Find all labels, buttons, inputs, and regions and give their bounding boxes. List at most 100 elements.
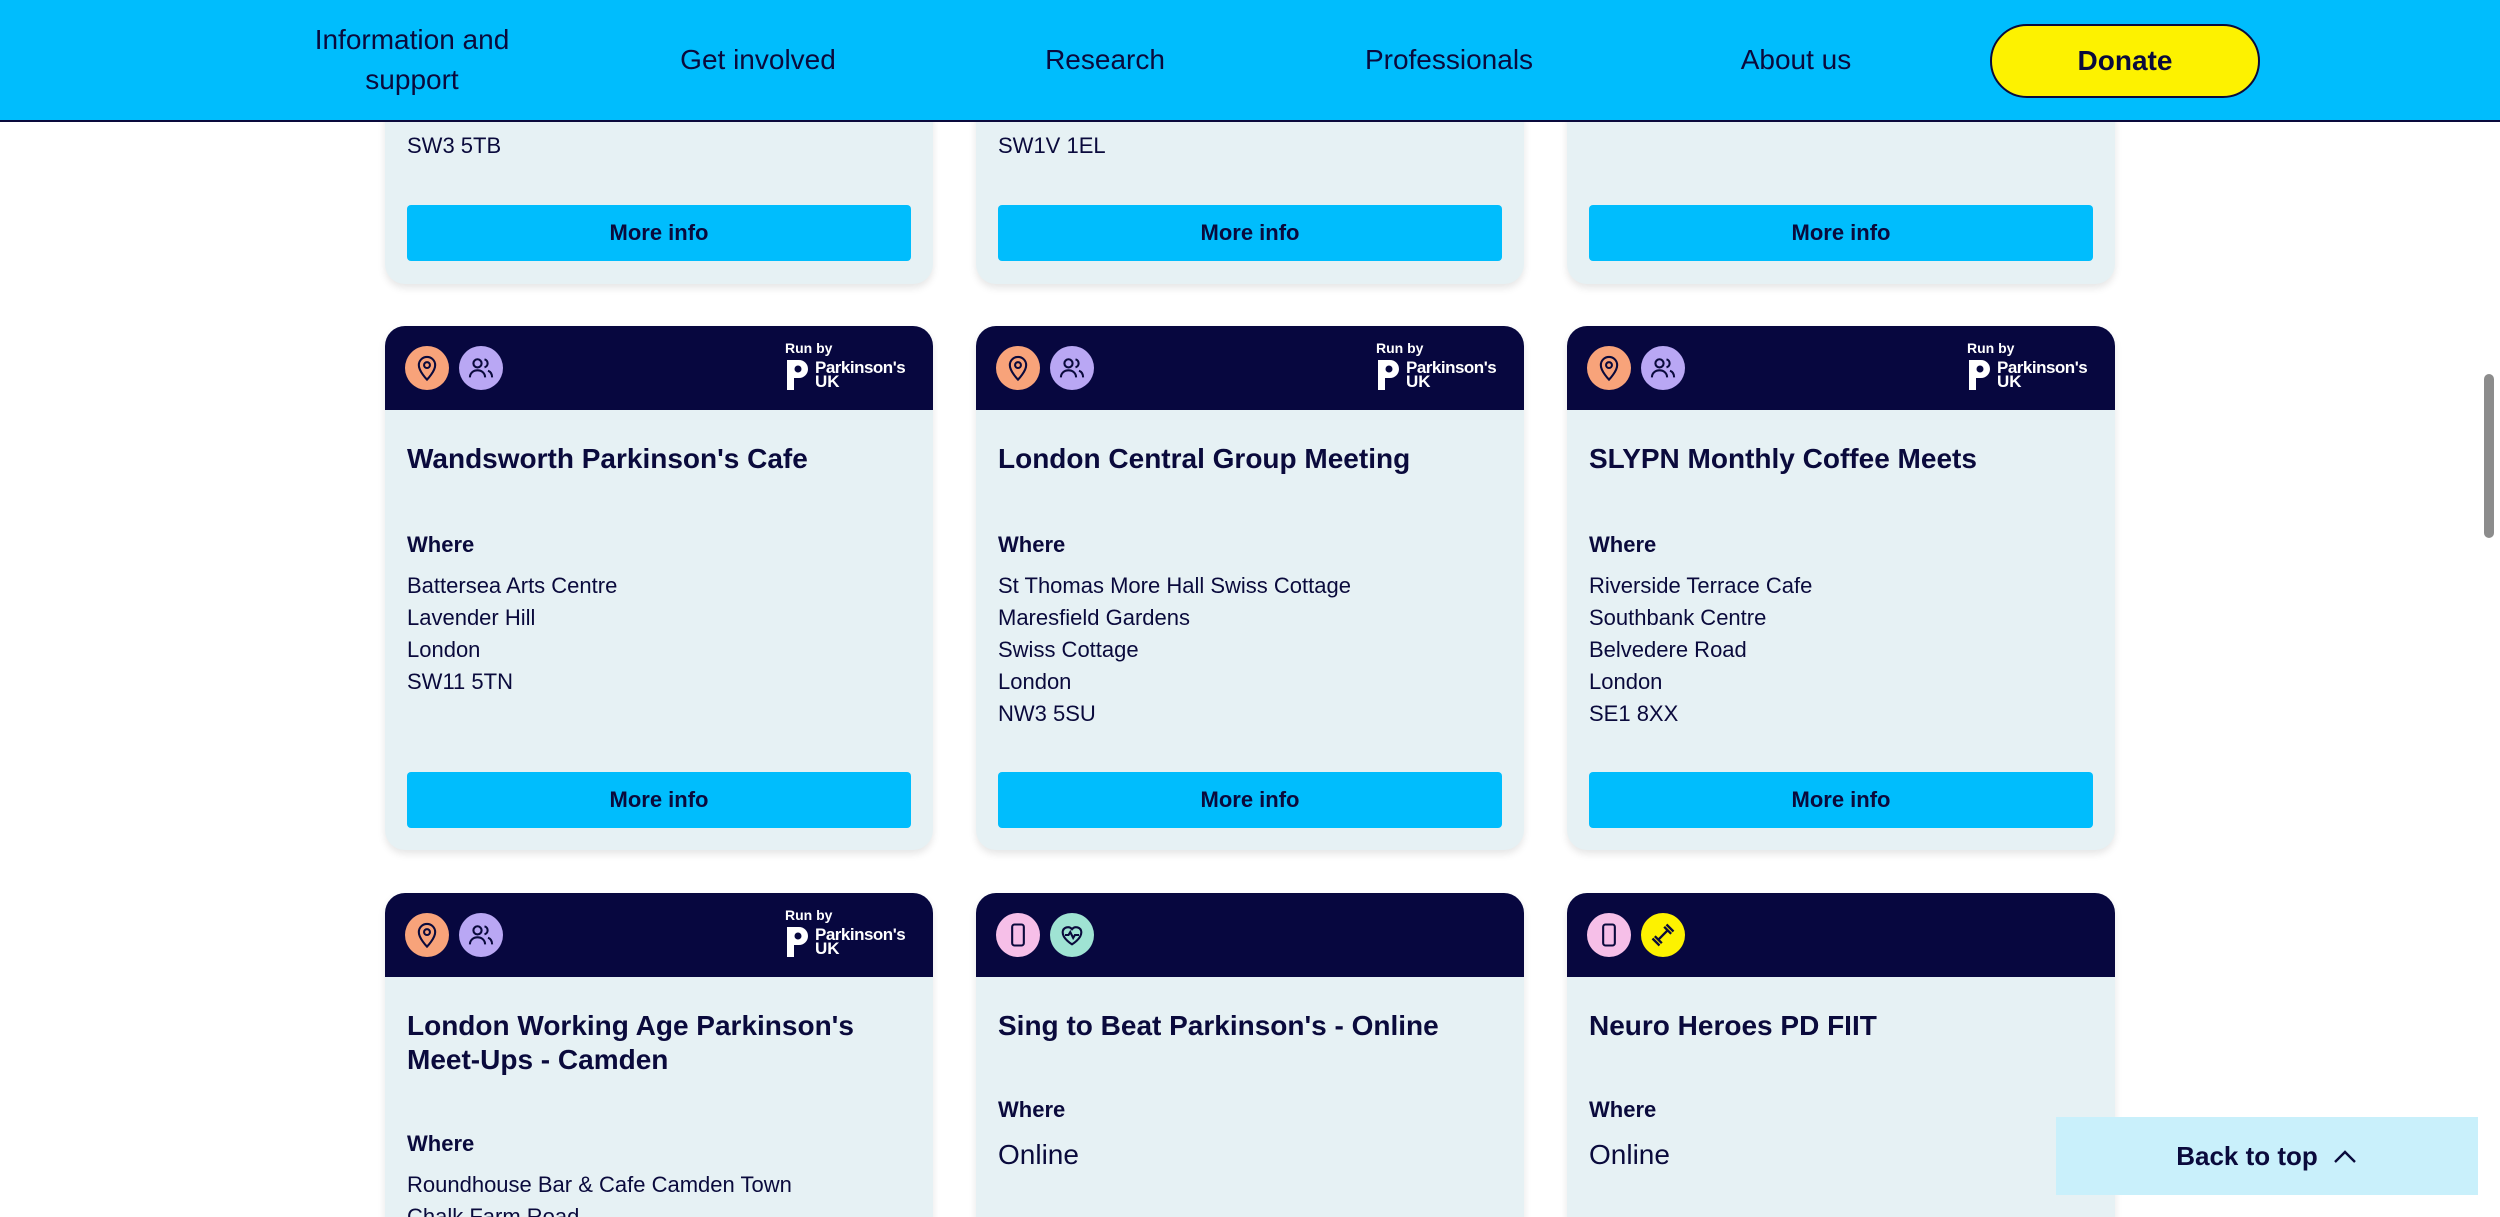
- card-title: London Central Group Meeting: [998, 443, 1411, 474]
- more-info-button[interactable]: More info: [1589, 205, 2093, 261]
- event-card-wandsworth: Run by Parkinson's UK Wandsworth Parkins…: [385, 326, 933, 850]
- event-card-london-working-age: Run by Parkinson's UK London Working Age…: [385, 893, 933, 1217]
- top-navigation: Information and support Get involved Res…: [0, 0, 2500, 122]
- scrollbar-thumb[interactable]: [2484, 374, 2494, 538]
- address-line: Battersea Arts Centre: [407, 573, 618, 598]
- event-card-top-2: SW1V 1EL More info: [976, 100, 1524, 284]
- run-by-label: Run by: [1376, 340, 1424, 356]
- event-card-neuro-heroes: Neuro Heroes PD FIIT Where Online: [1567, 893, 2115, 1217]
- run-by-parkinsons-uk-logo: Run by Parkinson's UK: [785, 340, 913, 396]
- card-header: Run by Parkinson's UK: [385, 893, 933, 977]
- address-line: St Thomas More Hall Swiss Cottage: [998, 573, 1351, 598]
- more-info-button[interactable]: More info: [998, 205, 1502, 261]
- more-info-button[interactable]: More info: [407, 205, 911, 261]
- nav-research[interactable]: Research: [1010, 0, 1200, 120]
- address-line: Roundhouse Bar & Cafe Camden Town: [407, 1172, 792, 1197]
- run-by-parkinsons-uk-logo: Run by Parkinson's UK: [1967, 340, 2095, 396]
- run-by-label: Run by: [1967, 340, 2015, 356]
- chevron-up-icon: [2333, 1150, 2356, 1163]
- location-pin-icon: [405, 913, 449, 957]
- address-line: Online: [1589, 1139, 1670, 1170]
- card-title: SLYPN Monthly Coffee Meets: [1589, 443, 1977, 474]
- people-group-icon: [459, 346, 503, 390]
- address-line: Lavender Hill: [407, 605, 536, 630]
- card-header: [1567, 893, 2115, 977]
- address-line: SW1V 1EL: [998, 133, 1106, 158]
- parkinsons-p-icon: [1969, 360, 1990, 390]
- run-by-parkinsons-uk-logo: Run by Parkinson's UK: [785, 907, 913, 963]
- parkinsons-p-icon: [787, 360, 808, 390]
- address: St Thomas More Hall Swiss Cottage Maresf…: [998, 570, 1351, 730]
- nav-information-and-support[interactable]: Information and support: [292, 0, 532, 120]
- location-pin-icon: [996, 346, 1040, 390]
- heart-pulse-icon: [1050, 913, 1094, 957]
- address-line: SE1 8XX: [1589, 701, 1679, 726]
- nav-get-involved[interactable]: Get involved: [640, 0, 876, 120]
- address-line: Belvedere Road: [1589, 637, 1747, 662]
- card-header: Run by Parkinson's UK: [1567, 326, 2115, 410]
- card-header: Run by Parkinson's UK: [385, 326, 933, 410]
- card-title: Sing to Beat Parkinson's - Online: [998, 1010, 1439, 1041]
- logo-uk: UK: [1406, 372, 1431, 391]
- card-title: Neuro Heroes PD FIIT: [1589, 1010, 1877, 1041]
- event-card-sing-to-beat: Sing to Beat Parkinson's - Online Where …: [976, 893, 1524, 1217]
- people-group-icon: [459, 913, 503, 957]
- dumbbell-icon: [1641, 913, 1685, 957]
- address-line: Swiss Cottage: [998, 637, 1139, 662]
- scrollbar-track[interactable]: [2482, 122, 2500, 1217]
- where-label: Where: [1589, 532, 1657, 557]
- event-card-slypn: Run by Parkinson's UK SLYPN Monthly Coff…: [1567, 326, 2115, 850]
- where-label: Where: [998, 532, 1066, 557]
- where-label: Where: [407, 1131, 475, 1156]
- people-group-icon: [1050, 346, 1094, 390]
- run-by-label: Run by: [785, 340, 833, 356]
- logo-uk: UK: [815, 372, 840, 391]
- card-header: [976, 893, 1524, 977]
- location-pin-icon: [1587, 346, 1631, 390]
- more-info-button[interactable]: More info: [998, 772, 1502, 828]
- address-line: London: [998, 669, 1072, 694]
- address-line: Chalk Farm Road: [407, 1204, 580, 1217]
- run-by-label: Run by: [785, 907, 833, 923]
- parkinsons-p-icon: [1378, 360, 1399, 390]
- parkinsons-p-icon: [787, 927, 808, 957]
- where-label: Where: [1589, 1097, 1657, 1122]
- donate-button[interactable]: Donate: [1990, 24, 2260, 98]
- address-line: NW3 5SU: [998, 701, 1096, 726]
- logo-uk: UK: [1997, 372, 2022, 391]
- event-card-london-central: Run by Parkinson's UK London Central Gro…: [976, 326, 1524, 850]
- address: Battersea Arts Centre Lavender Hill Lond…: [407, 570, 617, 698]
- location-pin-icon: [405, 346, 449, 390]
- nav-professionals[interactable]: Professionals: [1338, 0, 1560, 120]
- address-line: SW11 5TN: [407, 669, 513, 694]
- address: Roundhouse Bar & Cafe Camden Town Chalk …: [407, 1169, 792, 1217]
- address-line: London: [1589, 669, 1663, 694]
- address-line: SW3 5TB: [407, 133, 502, 158]
- parkinsons-uk-logo: Parkinson's UK: [785, 925, 913, 959]
- address: Riverside Terrace Cafe Southbank Centre …: [1589, 570, 1812, 730]
- more-info-button[interactable]: More info: [1589, 772, 2093, 828]
- more-info-button[interactable]: More info: [407, 772, 911, 828]
- parkinsons-uk-logo: Parkinson's UK: [1376, 358, 1504, 392]
- logo-uk: UK: [815, 939, 840, 958]
- address-line: Riverside Terrace Cafe: [1589, 573, 1813, 598]
- nav-about-us[interactable]: About us: [1718, 0, 1874, 120]
- card-header: Run by Parkinson's UK: [976, 326, 1524, 410]
- mobile-phone-icon: [996, 913, 1040, 957]
- parkinsons-uk-logo: Parkinson's UK: [1967, 358, 2095, 392]
- run-by-parkinsons-uk-logo: Run by Parkinson's UK: [1376, 340, 1504, 396]
- address-line: Maresfield Gardens: [998, 605, 1190, 630]
- card-title: Wandsworth Parkinson's Cafe: [407, 443, 808, 474]
- people-group-icon: [1641, 346, 1685, 390]
- where-label: Where: [998, 1097, 1066, 1122]
- where-label: Where: [407, 532, 475, 557]
- parkinsons-uk-logo: Parkinson's UK: [785, 358, 913, 392]
- back-to-top-button[interactable]: Back to top: [2056, 1117, 2478, 1195]
- address-line: Southbank Centre: [1589, 605, 1767, 630]
- address-line: Online: [998, 1139, 1079, 1170]
- card-title: London Working Age Parkinson's Meet-Ups …: [407, 1010, 854, 1075]
- event-card-top-1: SW3 5TB More info: [385, 100, 933, 284]
- event-card-top-3: More info: [1567, 100, 2115, 284]
- back-to-top-label: Back to top: [2176, 1140, 2318, 1171]
- mobile-phone-icon: [1587, 913, 1631, 957]
